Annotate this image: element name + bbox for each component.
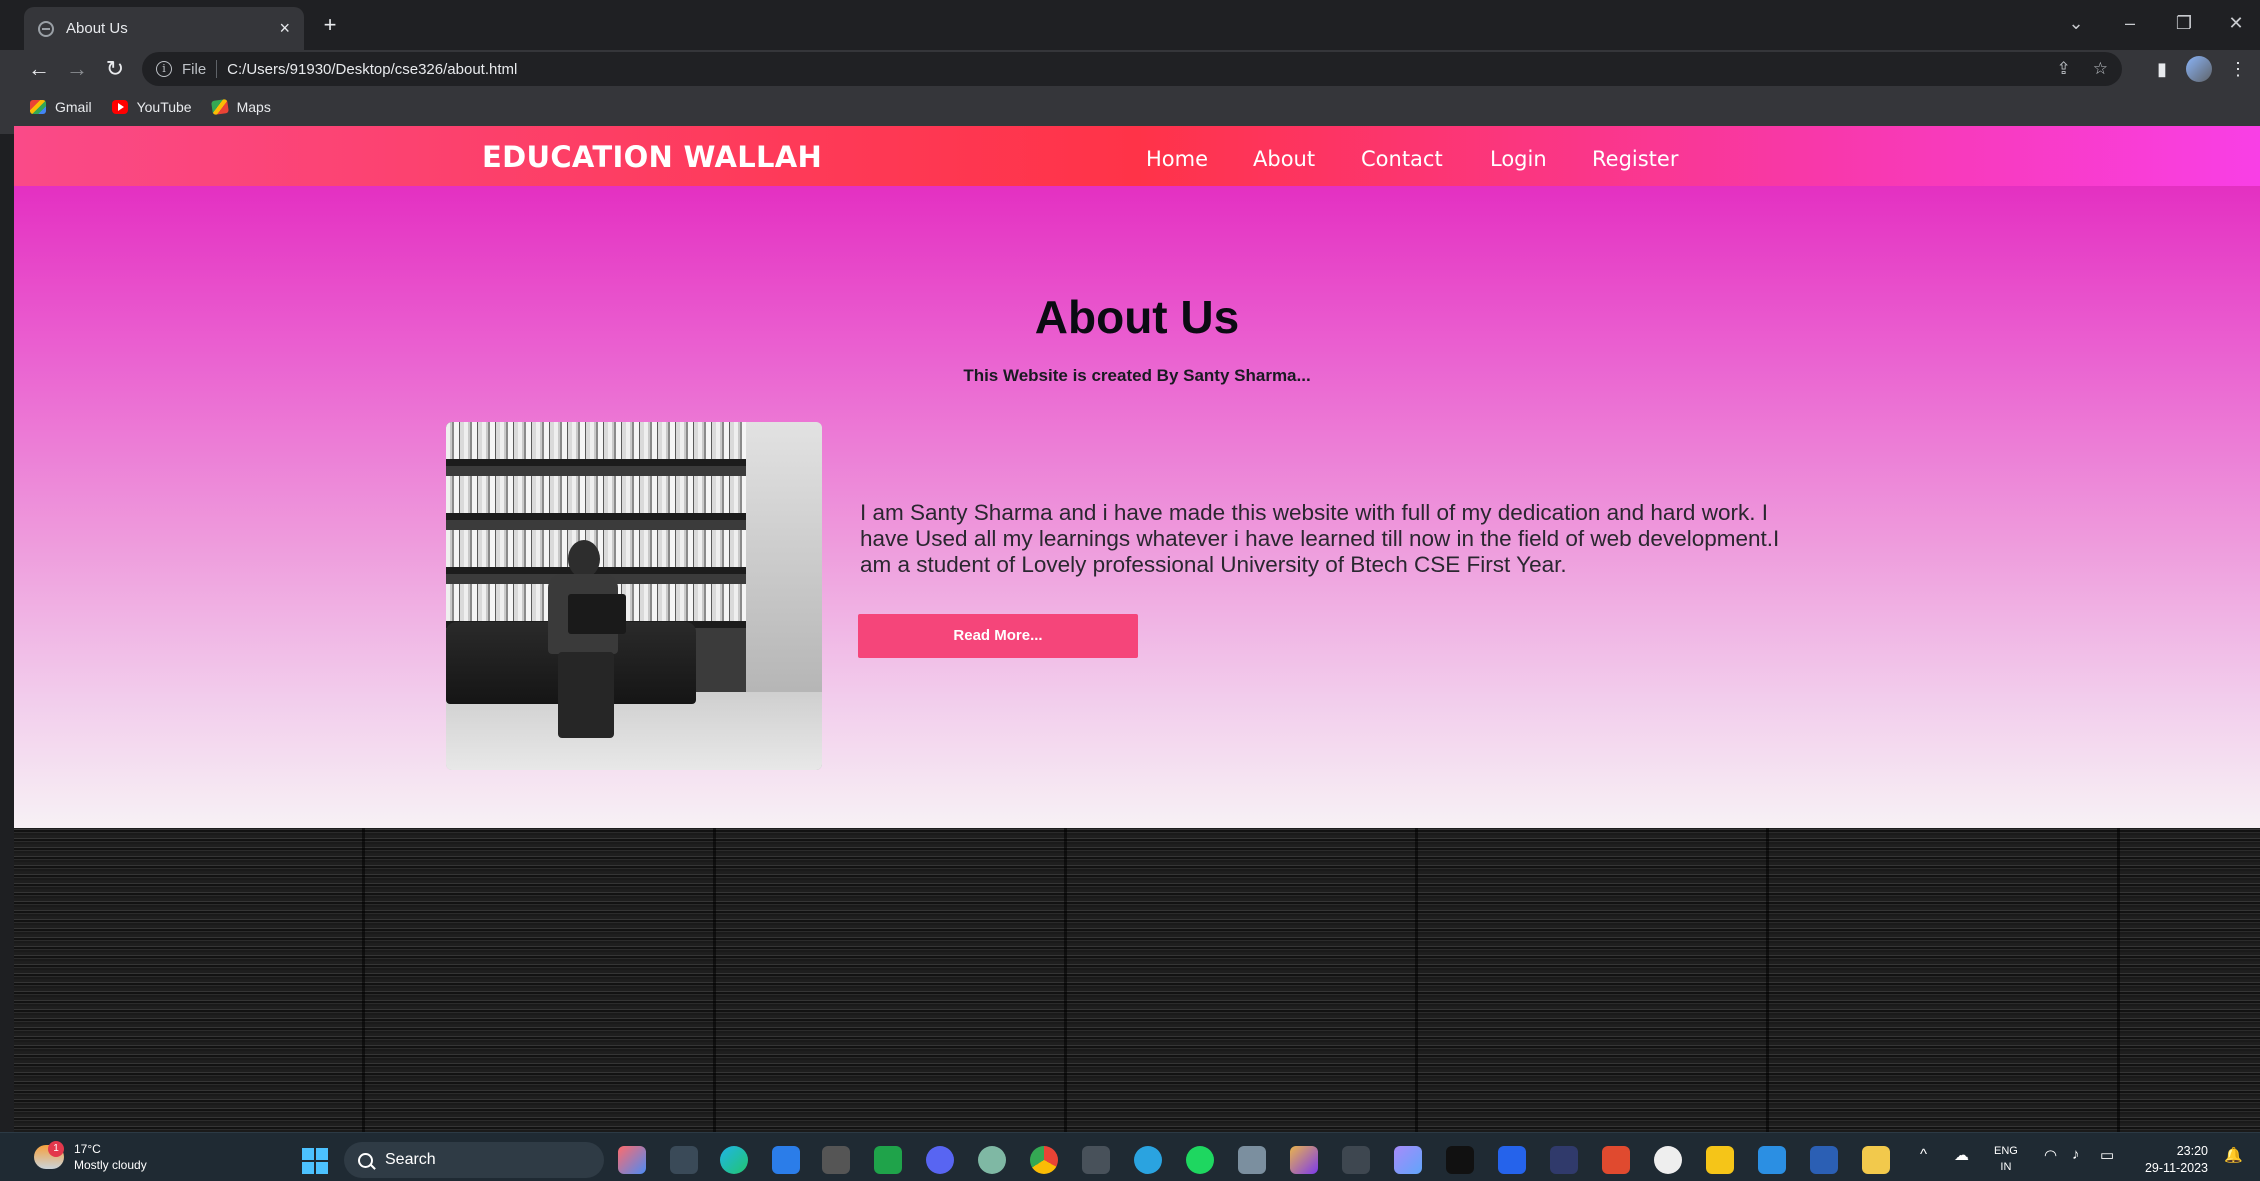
app-w-icon[interactable] bbox=[874, 1146, 902, 1174]
app-g-icon[interactable] bbox=[822, 1146, 850, 1174]
onedrive-cloud-icon[interactable]: ☁ bbox=[1954, 1146, 1969, 1164]
nav-contact[interactable]: Contact bbox=[1361, 147, 1443, 171]
address-url[interactable]: C:/Users/91930/Desktop/cse326/about.html bbox=[227, 61, 517, 78]
word-icon[interactable] bbox=[1810, 1146, 1838, 1174]
bookmark-maps[interactable]: Maps bbox=[210, 98, 271, 116]
telegram-icon[interactable] bbox=[1134, 1146, 1162, 1174]
reload-icon[interactable]: ↻ bbox=[100, 54, 130, 84]
app-hm-icon[interactable] bbox=[1446, 1146, 1474, 1174]
app-dots-icon[interactable] bbox=[1082, 1146, 1110, 1174]
clock[interactable]: 23:20 29-11-2023 bbox=[2138, 1143, 2208, 1177]
page-viewport: EDUCATION WALLAH Home About Contact Logi… bbox=[14, 126, 2260, 1132]
globe-icon bbox=[38, 20, 54, 37]
browser-tab-strip: About Us × + ⌄ – ❐ ✕ bbox=[0, 0, 2260, 50]
photo-person bbox=[538, 540, 628, 740]
restore-button[interactable]: ❐ bbox=[2164, 8, 2204, 38]
gmail-icon bbox=[30, 100, 46, 114]
photos-icon[interactable] bbox=[1290, 1146, 1318, 1174]
language-indicator[interactable]: ENG IN bbox=[1994, 1143, 2018, 1175]
app-scissors-icon[interactable] bbox=[1238, 1146, 1266, 1174]
copilot-icon[interactable] bbox=[1394, 1146, 1422, 1174]
notification-bell-icon[interactable]: 🔔 bbox=[2224, 1146, 2243, 1164]
nav-login[interactable]: Login bbox=[1490, 147, 1547, 171]
dark-texture-background bbox=[14, 828, 2260, 1132]
maps-icon bbox=[210, 98, 229, 116]
lang-top: ENG bbox=[1994, 1145, 2018, 1157]
wifi-icon[interactable]: ◠ bbox=[2044, 1146, 2057, 1164]
menu-kebab-icon[interactable]: ⋮ bbox=[2224, 54, 2252, 84]
widgets-app-icon[interactable] bbox=[618, 1146, 646, 1174]
page-subtitle: This Website is created By Santy Sharma.… bbox=[963, 366, 1311, 385]
bookmark-star-icon[interactable]: ☆ bbox=[2093, 59, 2108, 79]
chatgpt-icon[interactable] bbox=[978, 1146, 1006, 1174]
bookmark-youtube[interactable]: YouTube bbox=[111, 99, 192, 115]
search-icon bbox=[358, 1152, 373, 1168]
bookmark-label: Gmail bbox=[55, 99, 92, 115]
sticky-notes-icon[interactable] bbox=[1706, 1146, 1734, 1174]
volume-icon[interactable]: ♪ bbox=[2072, 1146, 2080, 1163]
address-divider bbox=[216, 60, 218, 78]
browser-tab[interactable]: About Us × bbox=[24, 7, 304, 50]
minimize-button[interactable]: – bbox=[2110, 8, 2150, 38]
address-scheme: File bbox=[182, 60, 207, 78]
close-window-button[interactable]: ✕ bbox=[2216, 8, 2256, 38]
read-more-button[interactable]: Read More... bbox=[858, 614, 1138, 658]
bookmark-label: Maps bbox=[236, 99, 271, 115]
bookmark-label: YouTube bbox=[136, 99, 192, 115]
new-tab-button[interactable]: + bbox=[316, 12, 344, 40]
youtube-icon bbox=[111, 100, 128, 114]
about-description: I am Santy Sharma and i have made this w… bbox=[860, 500, 1780, 577]
forward-arrow-icon[interactable]: → bbox=[62, 54, 92, 84]
author-photo bbox=[446, 422, 822, 770]
nav-home[interactable]: Home bbox=[1146, 147, 1208, 171]
address-bar[interactable]: i File C:/Users/91930/Desktop/cse326/abo… bbox=[142, 52, 2122, 86]
about-section: About Us This Website is created By Sant… bbox=[14, 186, 2260, 828]
github-icon[interactable] bbox=[1654, 1146, 1682, 1174]
discord-icon[interactable] bbox=[926, 1146, 954, 1174]
chrome-icon[interactable] bbox=[1030, 1146, 1058, 1174]
app-sp-icon[interactable] bbox=[1498, 1146, 1526, 1174]
cloudy-weather-icon: 1 bbox=[34, 1141, 64, 1169]
spotify-icon[interactable] bbox=[1186, 1146, 1214, 1174]
site-info-icon[interactable]: i bbox=[156, 61, 172, 77]
share-icon[interactable]: ⇪ bbox=[2057, 59, 2071, 79]
battery-icon[interactable]: ▭ bbox=[2100, 1146, 2114, 1164]
taskbar-search[interactable]: Search bbox=[344, 1142, 604, 1178]
site-header: EDUCATION WALLAH Home About Contact Logi… bbox=[14, 126, 2260, 186]
tab-search-chevron-icon[interactable]: ⌄ bbox=[2056, 8, 2096, 38]
lang-bottom: IN bbox=[2000, 1161, 2012, 1173]
back-arrow-icon[interactable]: ← bbox=[24, 54, 54, 84]
bookmarks-bar: Gmail YouTube Maps bbox=[0, 92, 291, 122]
nav-register[interactable]: Register bbox=[1592, 147, 1678, 171]
weather-desc: Mostly cloudy bbox=[74, 1158, 147, 1172]
windows-start-icon[interactable] bbox=[302, 1148, 328, 1174]
clock-date: 29-11-2023 bbox=[2144, 1161, 2208, 1175]
tray-chevron-icon[interactable]: ^ bbox=[1920, 1146, 1927, 1163]
edge-browser-icon[interactable] bbox=[720, 1146, 748, 1174]
store-icon[interactable] bbox=[772, 1146, 800, 1174]
app-l-icon[interactable] bbox=[1550, 1146, 1578, 1174]
vscode-icon[interactable] bbox=[1758, 1146, 1786, 1174]
app-cc-icon[interactable] bbox=[1602, 1146, 1630, 1174]
nav-about[interactable]: About bbox=[1253, 147, 1315, 171]
tab-close-button[interactable]: × bbox=[279, 18, 290, 39]
file-explorer-icon[interactable] bbox=[1862, 1146, 1890, 1174]
weather-temp: 17°C bbox=[74, 1142, 101, 1156]
tab-title: About Us bbox=[66, 20, 128, 37]
side-panel-icon[interactable]: ▮ bbox=[2148, 54, 2176, 84]
site-brand[interactable]: EDUCATION WALLAH bbox=[482, 140, 822, 174]
app-s-icon[interactable] bbox=[1342, 1146, 1370, 1174]
weather-widget[interactable]: 1 17°C Mostly cloudy bbox=[34, 1141, 147, 1173]
search-label: Search bbox=[385, 1151, 436, 1168]
profile-avatar[interactable] bbox=[2186, 56, 2212, 82]
clock-time: 23:20 bbox=[2176, 1144, 2208, 1158]
bookmark-gmail[interactable]: Gmail bbox=[30, 99, 92, 115]
notification-badge: 1 bbox=[48, 1141, 64, 1157]
task-view-icon[interactable] bbox=[670, 1146, 698, 1174]
page-title: About Us bbox=[1034, 291, 1240, 343]
